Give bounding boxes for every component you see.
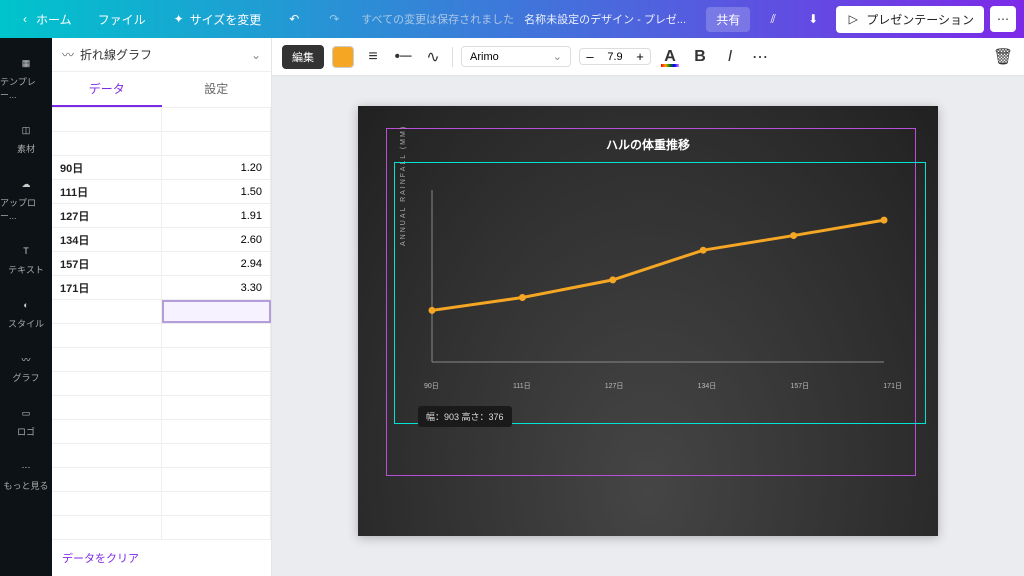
line-style-icon[interactable]: •─ bbox=[392, 46, 414, 68]
doc-title[interactable]: 名称未設定のデザイン - プレゼ... bbox=[524, 11, 686, 27]
rail-logo[interactable]: ▭ロゴ bbox=[0, 398, 52, 444]
badge-icon: ▭ bbox=[17, 404, 35, 422]
dimensions-badge: 幅：903 高さ：376 bbox=[418, 406, 512, 427]
x-tick: 157日 bbox=[790, 381, 809, 391]
redo-icon: ↷ bbox=[327, 12, 341, 26]
cell-selected[interactable] bbox=[162, 300, 272, 323]
table-row[interactable]: 157日2.94 bbox=[52, 252, 271, 276]
bar-chart-icon: ⫽ bbox=[766, 12, 780, 26]
x-tick: 127日 bbox=[605, 381, 624, 391]
cell-category[interactable]: 90日 bbox=[52, 156, 162, 179]
x-ticks: 90日 111日 127日 134日 157日 171日 bbox=[418, 381, 908, 391]
chevron-down-icon[interactable]: ⌄ bbox=[251, 48, 261, 62]
play-icon: ▷ bbox=[846, 12, 860, 26]
increment-button[interactable]: + bbox=[630, 49, 650, 64]
home-button[interactable]: ‹ ホーム bbox=[8, 5, 82, 34]
clear-data-button[interactable]: データをクリア bbox=[52, 539, 271, 576]
rail-templates[interactable]: ▦テンプレー... bbox=[0, 48, 52, 107]
x-tick: 171日 bbox=[883, 381, 902, 391]
table-row[interactable]: 111日1.50 bbox=[52, 180, 271, 204]
redo-button[interactable]: ↷ bbox=[317, 6, 351, 32]
cell-category[interactable]: 134日 bbox=[52, 228, 162, 251]
present-button[interactable]: ▷ プレゼンテーション bbox=[836, 6, 984, 33]
cell-value[interactable]: 2.94 bbox=[162, 252, 272, 275]
more-menu[interactable]: ⋯ bbox=[990, 6, 1016, 32]
rail-uploads[interactable]: ☁アップロー... bbox=[0, 169, 52, 228]
download-icon: ⬇ bbox=[806, 12, 820, 26]
line-chart-icon: 〰 bbox=[62, 46, 74, 63]
cell-category[interactable]: 111日 bbox=[52, 180, 162, 203]
palette-icon: ◐ bbox=[17, 296, 35, 314]
cell-value[interactable]: 3.30 bbox=[162, 276, 272, 299]
grid-icon: ▦ bbox=[17, 54, 35, 72]
side-panel: 〰 折れ線グラフ ⌄ データ 設定 90日1.20111日1.50127日1.9… bbox=[52, 38, 272, 576]
undo-button[interactable]: ↶ bbox=[277, 6, 311, 32]
cell-value[interactable]: 1.91 bbox=[162, 204, 272, 227]
cell-category[interactable]: 171日 bbox=[52, 276, 162, 299]
chevron-left-icon: ‹ bbox=[18, 12, 32, 26]
bold-button[interactable]: B bbox=[689, 46, 711, 68]
chart-title: ハルの体重推移 bbox=[358, 136, 938, 153]
x-tick: 90日 bbox=[424, 381, 439, 391]
table-row[interactable]: 90日1.20 bbox=[52, 156, 271, 180]
context-toolbar: 編集 ≡ •─ ∿ Arimo ⌄ – + A B I ⋯ 🗑 bbox=[272, 38, 1024, 76]
text-color-icon[interactable]: A bbox=[659, 46, 681, 68]
chevron-down-icon: ⌄ bbox=[553, 50, 562, 63]
dots-icon: ⋯ bbox=[17, 458, 35, 476]
cell-value[interactable]: 2.60 bbox=[162, 228, 272, 251]
rail-style[interactable]: ◐スタイル bbox=[0, 290, 52, 336]
table-row[interactable]: 127日1.91 bbox=[52, 204, 271, 228]
shapes-icon: ◫ bbox=[17, 121, 35, 139]
slide[interactable]: ハルの体重推移 ANNUAL RAINFALL (MM) 90日 111日 127日… bbox=[358, 106, 938, 536]
undo-icon: ↶ bbox=[287, 12, 301, 26]
cloud-upload-icon: ☁ bbox=[17, 175, 35, 193]
italic-button[interactable]: I bbox=[719, 46, 741, 68]
home-label: ホーム bbox=[36, 11, 72, 28]
font-size-stepper[interactable]: – + bbox=[579, 48, 651, 65]
line-weight-icon[interactable]: ≡ bbox=[362, 46, 384, 68]
text-icon: T bbox=[17, 242, 35, 260]
resize-button[interactable]: ✦ サイズを変更 bbox=[162, 5, 272, 34]
cell-category[interactable]: 157日 bbox=[52, 252, 162, 275]
x-tick: 134日 bbox=[698, 381, 717, 391]
share-button[interactable]: 共有 bbox=[706, 7, 750, 32]
panel-title: 折れ線グラフ bbox=[80, 46, 152, 63]
tab-data[interactable]: データ bbox=[52, 72, 162, 107]
icon-rail: ▦テンプレー... ◫素材 ☁アップロー... Tテキスト ◐スタイル 〰グラフ… bbox=[0, 38, 52, 576]
autosave-status: すべての変更は保存されました bbox=[361, 11, 514, 27]
font-size-input[interactable] bbox=[600, 51, 630, 63]
chart[interactable] bbox=[418, 176, 898, 376]
tab-settings[interactable]: 設定 bbox=[162, 72, 272, 107]
font-select[interactable]: Arimo ⌄ bbox=[461, 46, 571, 67]
file-menu[interactable]: ファイル bbox=[88, 5, 156, 34]
cell-value[interactable]: 1.20 bbox=[162, 156, 272, 179]
curve-icon[interactable]: ∿ bbox=[422, 46, 444, 68]
delete-button[interactable]: 🗑 bbox=[992, 46, 1014, 68]
more-options[interactable]: ⋯ bbox=[749, 46, 771, 68]
rail-chart[interactable]: 〰グラフ bbox=[0, 344, 52, 390]
analytics-button[interactable]: ⫽ bbox=[756, 6, 790, 32]
data-grid[interactable]: 90日1.20111日1.50127日1.91134日2.60157日2.941… bbox=[52, 108, 271, 539]
cell-category[interactable]: 127日 bbox=[52, 204, 162, 227]
edit-button[interactable]: 編集 bbox=[282, 45, 324, 69]
rail-more[interactable]: ⋯もっと見る bbox=[0, 452, 52, 498]
y-axis-label: ANNUAL RAINFALL (MM) bbox=[400, 125, 407, 246]
table-row[interactable]: 134日2.60 bbox=[52, 228, 271, 252]
cell-value[interactable]: 1.50 bbox=[162, 180, 272, 203]
dots-icon: ⋯ bbox=[997, 12, 1009, 26]
line-chart-icon: 〰 bbox=[17, 350, 35, 368]
color-swatch[interactable] bbox=[332, 46, 354, 68]
decrement-button[interactable]: – bbox=[580, 49, 600, 64]
rail-text[interactable]: Tテキスト bbox=[0, 236, 52, 282]
rail-elements[interactable]: ◫素材 bbox=[0, 115, 52, 161]
table-row[interactable]: 171日3.30 bbox=[52, 276, 271, 300]
download-button[interactable]: ⬇ bbox=[796, 6, 830, 32]
sparkle-icon: ✦ bbox=[172, 12, 186, 26]
x-tick: 111日 bbox=[513, 381, 531, 391]
topbar: ‹ ホーム ファイル ✦ サイズを変更 ↶ ↷ すべての変更は保存されました 名… bbox=[0, 0, 1024, 38]
